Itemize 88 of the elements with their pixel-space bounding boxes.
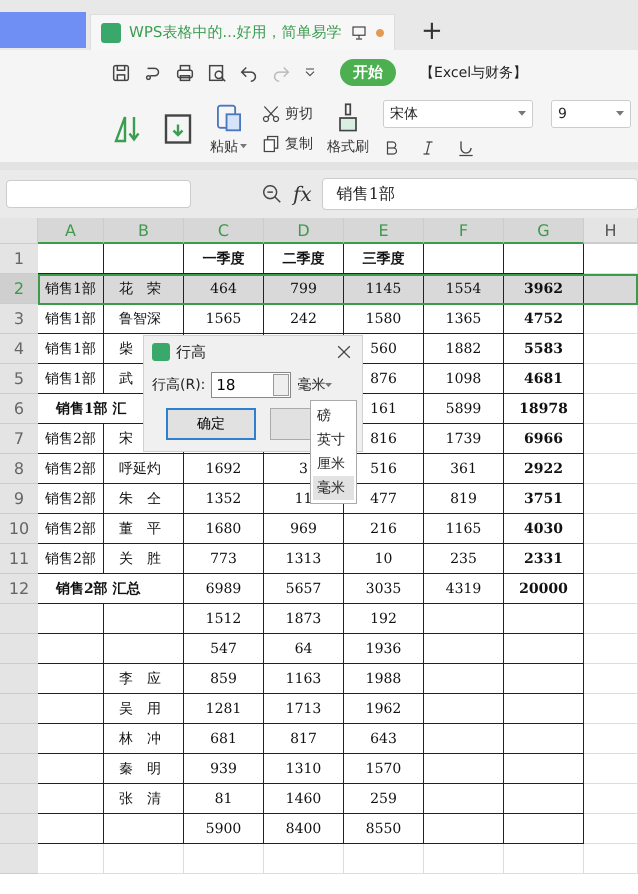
table-cell: 3751 bbox=[504, 484, 584, 514]
table-cell: 2331 bbox=[504, 544, 584, 574]
table-cell: 1512 bbox=[184, 604, 264, 634]
table-cell: 林 冲 bbox=[104, 724, 184, 754]
table-cell: 1680 bbox=[184, 514, 264, 544]
account-name: 【Excel与财务】 bbox=[420, 64, 528, 82]
table-cell: 1163 bbox=[264, 664, 344, 694]
table-cell: 鲁智深 bbox=[104, 304, 184, 334]
table-cell: 361 bbox=[424, 454, 504, 484]
table-cell: 1873 bbox=[264, 604, 344, 634]
table-cell: 销售1部 bbox=[38, 334, 104, 364]
table-cell: 一季度 bbox=[184, 244, 264, 274]
table-cell: 1565 bbox=[184, 304, 264, 334]
table-cell: 4319 bbox=[424, 574, 504, 604]
table-cell: 1165 bbox=[424, 514, 504, 544]
table-cell: 二季度 bbox=[264, 244, 344, 274]
table-cell: 销售2部 bbox=[38, 544, 104, 574]
table-cell: 799 bbox=[264, 274, 344, 304]
table-cell: 817 bbox=[264, 724, 344, 754]
table-cell: 呼延灼 bbox=[104, 454, 184, 484]
table-cell: 1313 bbox=[264, 544, 344, 574]
table-cell: 20000 bbox=[504, 574, 584, 604]
table-cell: 1692 bbox=[184, 454, 264, 484]
table-cell: 643 bbox=[344, 724, 424, 754]
table-cell: 1460 bbox=[264, 784, 344, 814]
table-cell: 三季度 bbox=[344, 244, 424, 274]
table-cell: 1570 bbox=[344, 754, 424, 784]
table-cell: 216 bbox=[344, 514, 424, 544]
table-cell: 3962 bbox=[504, 274, 584, 304]
table-cell: 6966 bbox=[504, 424, 584, 454]
table-cell: 5657 bbox=[264, 574, 344, 604]
table-cell: 464 bbox=[184, 274, 264, 304]
table-cell: 1936 bbox=[344, 634, 424, 664]
table-cell: 5899 bbox=[424, 394, 504, 424]
table-cell: 1365 bbox=[424, 304, 504, 334]
table-cell: 张 清 bbox=[104, 784, 184, 814]
table-cell: 1713 bbox=[264, 694, 344, 724]
table-cell: 4681 bbox=[504, 364, 584, 394]
table-cell: 6989 bbox=[184, 574, 264, 604]
tab-title: WPS表格中的...好用，简单易学 bbox=[129, 23, 342, 42]
table-cell: 235 bbox=[424, 544, 504, 574]
table-cell: 1580 bbox=[344, 304, 424, 334]
table-cell: 18978 bbox=[504, 394, 584, 424]
table-cell: 销售1部 bbox=[38, 304, 104, 334]
table-cell: 8400 bbox=[264, 814, 344, 844]
table-cell: 859 bbox=[184, 664, 264, 694]
table-cell: 81 bbox=[184, 784, 264, 814]
table-cell: 朱 仝 bbox=[104, 484, 184, 514]
table-cell: 1098 bbox=[424, 364, 504, 394]
table-cell: 1145 bbox=[344, 274, 424, 304]
table-cell: 8550 bbox=[344, 814, 424, 844]
table-cell: 秦 明 bbox=[104, 754, 184, 784]
table-cell: 董 平 bbox=[104, 514, 184, 544]
table-cell: 1962 bbox=[344, 694, 424, 724]
table-cell: 销售2部 bbox=[38, 514, 104, 544]
table-cell: 花 荣 bbox=[104, 274, 184, 304]
table-cell: 销售2部 bbox=[38, 454, 104, 484]
table-cell: 销售2部 bbox=[38, 424, 104, 454]
table-cell: 547 bbox=[184, 634, 264, 664]
table-cell: 192 bbox=[344, 604, 424, 634]
table-cell: 1352 bbox=[184, 484, 264, 514]
table-cell: 242 bbox=[264, 304, 344, 334]
table-cell: 销售1部 bbox=[38, 364, 104, 394]
table-cell: 3035 bbox=[344, 574, 424, 604]
table-cell: 939 bbox=[184, 754, 264, 784]
table-cell: 销售2部 汇总 bbox=[38, 574, 184, 604]
table-cell: 969 bbox=[264, 514, 344, 544]
table-cell: 1739 bbox=[424, 424, 504, 454]
table-cell: 销售2部 bbox=[38, 484, 104, 514]
table-cell: 259 bbox=[344, 784, 424, 814]
table-cell: 5583 bbox=[504, 334, 584, 364]
table-cell: 关 胜 bbox=[104, 544, 184, 574]
table-cell: 681 bbox=[184, 724, 264, 754]
table-cell: 5900 bbox=[184, 814, 264, 844]
table-cell: 819 bbox=[424, 484, 504, 514]
table-cell: 1988 bbox=[344, 664, 424, 694]
table-cell: 4752 bbox=[504, 304, 584, 334]
table-cell: 1554 bbox=[424, 274, 504, 304]
table-cell: 1882 bbox=[424, 334, 504, 364]
table-cell: 李 应 bbox=[104, 664, 184, 694]
table-cell: 10 bbox=[344, 544, 424, 574]
table-cell: 吴 用 bbox=[104, 694, 184, 724]
table-cell: 1310 bbox=[264, 754, 344, 784]
table-cell: 773 bbox=[184, 544, 264, 574]
table-cell: 2922 bbox=[504, 454, 584, 484]
table-cell: 4030 bbox=[504, 514, 584, 544]
table-cell: 1281 bbox=[184, 694, 264, 724]
table-cell: 64 bbox=[264, 634, 344, 664]
